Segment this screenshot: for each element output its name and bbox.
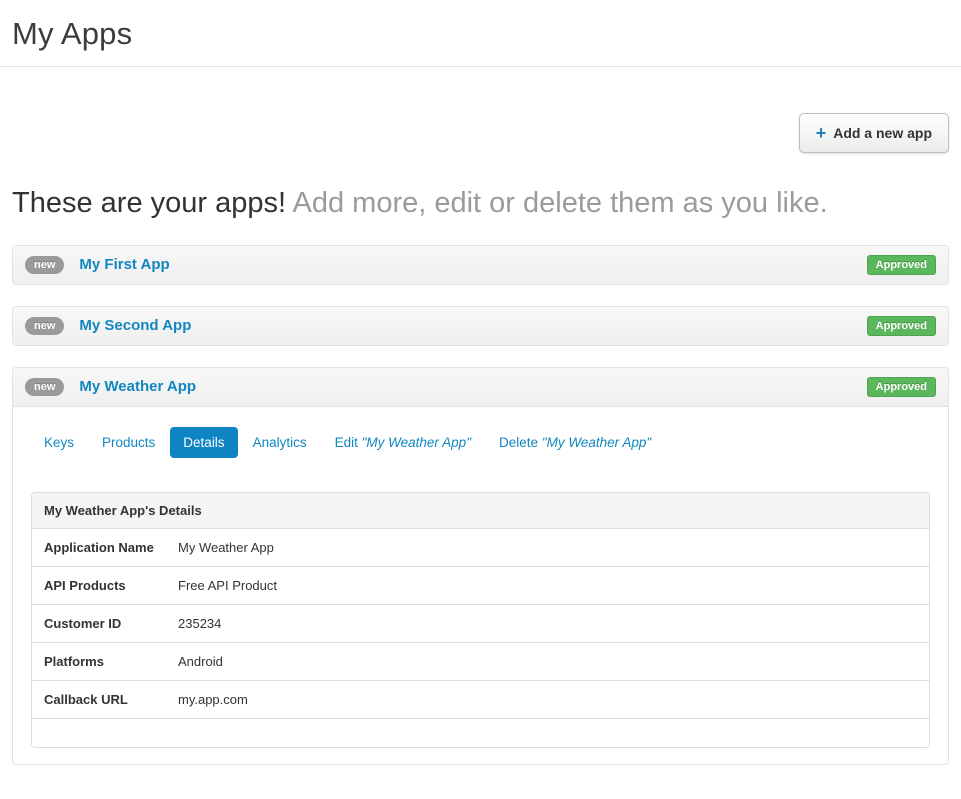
details-row-api-products: API Products Free API Product [32, 567, 929, 605]
details-row-customer-id: Customer ID 235234 [32, 605, 929, 643]
details-row-label: Platforms [44, 654, 178, 669]
tab-edit-app-name: "My Weather App" [362, 435, 471, 450]
plus-icon: + [816, 126, 827, 140]
status-badge: Approved [867, 316, 936, 336]
app-tabs: Keys Products Details Analytics Edit "My… [31, 427, 930, 458]
tab-products-label[interactable]: Products [89, 427, 168, 458]
new-badge: new [25, 256, 64, 274]
app-name-link[interactable]: My Weather App [79, 378, 196, 395]
details-row-value: Android [178, 654, 917, 669]
details-row-value: my.app.com [178, 692, 917, 707]
add-new-app-button[interactable]: + Add a new app [799, 113, 949, 153]
tab-keys-label[interactable]: Keys [31, 427, 87, 458]
details-row-value: 235234 [178, 616, 917, 631]
details-row-label: Customer ID [44, 616, 178, 631]
tab-edit-app-link[interactable]: Edit "My Weather App" [322, 427, 484, 458]
tab-delete-prefix: Delete [499, 435, 542, 450]
tab-products[interactable]: Products [89, 427, 168, 458]
details-row-label: Callback URL [44, 692, 178, 707]
details-row-application-name: Application Name My Weather App [32, 529, 929, 567]
details-row-value: My Weather App [178, 540, 917, 555]
tab-analytics[interactable]: Analytics [240, 427, 320, 458]
tab-edit-prefix: Edit [335, 435, 362, 450]
app-panel-header[interactable]: new My Weather App Approved [13, 368, 948, 407]
tab-analytics-label[interactable]: Analytics [240, 427, 320, 458]
app-panel-second: new My Second App Approved [12, 306, 949, 346]
tab-delete-app[interactable]: Delete "My Weather App" [486, 427, 664, 458]
app-details-table: My Weather App's Details Application Nam… [31, 492, 930, 748]
toolbar: + Add a new app [12, 67, 949, 153]
details-row-label: API Products [44, 578, 178, 593]
tab-edit-app[interactable]: Edit "My Weather App" [322, 427, 484, 458]
app-panel-first: new My First App Approved [12, 245, 949, 285]
app-name-link[interactable]: My First App [79, 256, 169, 273]
details-table-spacer [32, 719, 929, 747]
status-badge: Approved [867, 377, 936, 397]
details-row-platforms: Platforms Android [32, 643, 929, 681]
details-table-title: My Weather App's Details [32, 493, 929, 529]
app-panel-header[interactable]: new My Second App Approved [13, 307, 948, 345]
headline-secondary: Add more, edit or delete them as you lik… [286, 187, 828, 219]
app-panel-weather: new My Weather App Approved Keys Product… [12, 367, 949, 765]
details-row-label: Application Name [44, 540, 178, 555]
new-badge: new [25, 317, 64, 335]
tab-delete-app-link[interactable]: Delete "My Weather App" [486, 427, 664, 458]
app-name-link[interactable]: My Second App [79, 317, 191, 334]
tab-details-label[interactable]: Details [170, 427, 237, 458]
main-content: + Add a new app These are your apps! Add… [0, 67, 961, 765]
status-badge: Approved [867, 255, 936, 275]
new-badge: new [25, 378, 64, 396]
app-panel-body: Keys Products Details Analytics Edit "My… [13, 407, 948, 764]
tab-details[interactable]: Details [170, 427, 237, 458]
page-header: My Apps [0, 0, 961, 67]
headline: These are your apps! Add more, edit or d… [12, 186, 949, 221]
add-button-label: Add a new app [833, 125, 932, 141]
tab-keys[interactable]: Keys [31, 427, 87, 458]
tab-delete-app-name: "My Weather App" [542, 435, 651, 450]
details-row-callback-url: Callback URL my.app.com [32, 681, 929, 719]
details-row-value: Free API Product [178, 578, 917, 593]
headline-primary: These are your apps! [12, 187, 286, 219]
page-title: My Apps [12, 16, 949, 52]
app-panel-header[interactable]: new My First App Approved [13, 246, 948, 284]
